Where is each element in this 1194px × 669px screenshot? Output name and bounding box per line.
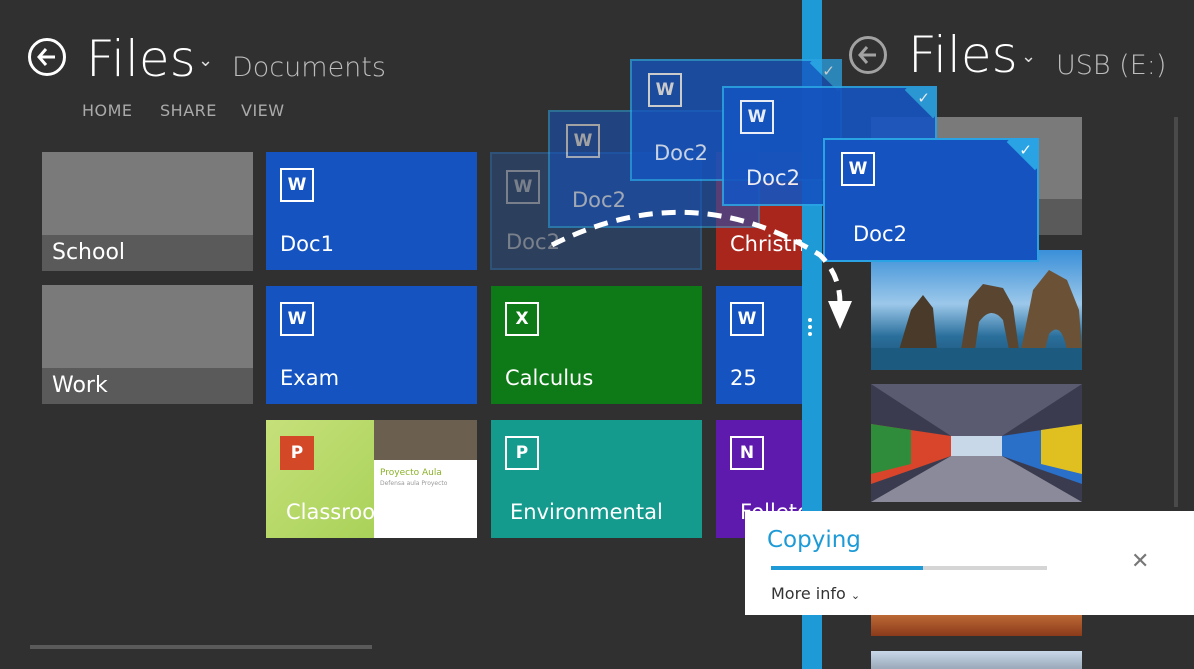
powerpoint-icon: P bbox=[505, 436, 539, 470]
file-tile-classroom[interactable]: Proyecto Aula Defensa aula Proyecto P Cl… bbox=[266, 420, 477, 538]
file-name: Classroom bbox=[286, 500, 396, 524]
image-tile-sea-arch[interactable] bbox=[871, 250, 1082, 370]
powerpoint-icon: P bbox=[280, 436, 314, 470]
nav-home[interactable]: HOME bbox=[82, 101, 133, 120]
checkmark-icon: ✓ bbox=[1019, 141, 1032, 159]
page-title-right: Files bbox=[908, 26, 1018, 84]
folder-label: School bbox=[42, 235, 253, 271]
file-tile-doc1[interactable]: W Doc1 bbox=[266, 152, 477, 270]
back-button-right[interactable] bbox=[849, 36, 887, 74]
drag-arrow-icon bbox=[550, 209, 852, 329]
location-label-right[interactable]: USB (E:) bbox=[1056, 50, 1166, 81]
back-arrow-icon bbox=[37, 48, 55, 66]
file-name: Environmental bbox=[510, 500, 663, 524]
back-arrow-icon bbox=[858, 46, 876, 64]
word-icon: W bbox=[566, 124, 600, 158]
word-icon: W bbox=[648, 73, 682, 107]
file-name: Exam bbox=[280, 366, 340, 390]
file-name: Calculus bbox=[505, 366, 594, 390]
copying-toast: Copying More info ⌄ ✕ bbox=[745, 511, 1194, 615]
file-name: Doc2 bbox=[654, 141, 708, 165]
more-info-link[interactable]: More info ⌄ bbox=[771, 584, 860, 603]
image-tile-tunnel[interactable] bbox=[871, 384, 1082, 502]
chevron-down-icon: ⌄ bbox=[850, 589, 861, 602]
chevron-down-icon[interactable]: ⌄ bbox=[1021, 46, 1036, 67]
sea-arch-image bbox=[871, 270, 1082, 370]
close-icon[interactable]: ✕ bbox=[1131, 549, 1149, 574]
file-tile-exam[interactable]: W Exam bbox=[266, 286, 477, 404]
tunnel-image bbox=[871, 384, 1082, 502]
toast-title: Copying bbox=[767, 527, 861, 553]
chevron-down-icon[interactable]: ⌄ bbox=[198, 50, 213, 71]
more-info-label: More info bbox=[771, 584, 846, 603]
thumbnail-subtitle: Defensa aula Proyecto bbox=[380, 480, 448, 487]
file-tile-environmental[interactable]: P Environmental bbox=[491, 420, 702, 538]
word-icon: W bbox=[280, 168, 314, 202]
image-tile-building[interactable] bbox=[871, 651, 1082, 669]
progress-fill bbox=[771, 566, 923, 570]
excel-icon: X bbox=[505, 302, 539, 336]
thumbnail-title: Proyecto Aula bbox=[380, 468, 442, 478]
folder-work[interactable]: Work bbox=[42, 285, 253, 404]
nav-view[interactable]: VIEW bbox=[241, 101, 285, 120]
file-name: 25 bbox=[730, 366, 757, 390]
horizontal-scrollbar[interactable] bbox=[30, 645, 372, 649]
file-name: Doc2 bbox=[746, 166, 800, 190]
word-icon: W bbox=[280, 302, 314, 336]
page-title: Files bbox=[86, 30, 196, 88]
vertical-scrollbar[interactable] bbox=[1174, 117, 1178, 507]
folder-label: Work bbox=[42, 368, 253, 404]
file-name: Doc1 bbox=[280, 232, 334, 256]
onenote-icon: N bbox=[730, 436, 764, 470]
location-label[interactable]: Documents bbox=[232, 52, 386, 83]
copy-progress-bar bbox=[771, 566, 1047, 570]
back-button[interactable] bbox=[28, 38, 66, 76]
checkmark-icon: ✓ bbox=[917, 89, 930, 107]
word-icon: W bbox=[841, 152, 875, 186]
word-icon: W bbox=[740, 100, 774, 134]
nav-share[interactable]: SHARE bbox=[160, 101, 217, 120]
folder-school[interactable]: School bbox=[42, 152, 253, 271]
checkmark-icon: ✓ bbox=[822, 62, 835, 80]
word-icon: W bbox=[506, 170, 540, 204]
